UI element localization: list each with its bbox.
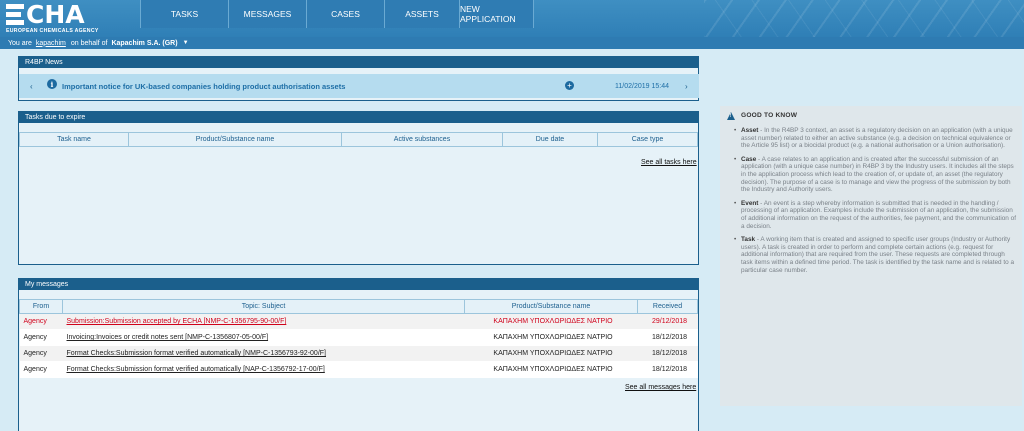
nav-messages[interactable]: MESSAGES <box>228 0 306 28</box>
nav-cases[interactable]: CASES <box>306 0 384 28</box>
definition: - A working item that is created and ass… <box>741 236 1015 274</box>
message-topic-link[interactable]: Invoicing:Invoices or credit notes sent … <box>67 334 269 341</box>
tasks-panel: Tasks due to expire Task name Product/Su… <box>18 111 699 265</box>
term: Task <box>741 236 756 244</box>
message-topic-link[interactable]: Format Checks:Submission format verified… <box>67 366 325 373</box>
good-to-know-item: Task - A working item that is created an… <box>734 236 1018 274</box>
definition: - A case relates to an application and i… <box>741 155 1014 194</box>
col-product-substance-name[interactable]: Product/Substance name <box>464 299 638 314</box>
message-topic[interactable]: Submission:Submission accepted by ECHA [… <box>62 313 465 330</box>
news-date: 11/02/2019 15:44 <box>615 82 669 90</box>
good-to-know-header: GOOD TO KNOW <box>727 112 798 121</box>
warning-icon <box>727 112 735 121</box>
good-to-know-item: Asset - In the R4BP 3 context, an asset … <box>734 127 1018 150</box>
col-due-date[interactable]: Due date <box>502 132 598 147</box>
userbar-middle: on behalf of <box>70 39 108 47</box>
message-topic-link[interactable]: Format Checks:Submission format verified… <box>67 350 327 357</box>
message-topic[interactable]: Format Checks:Submission format verified… <box>62 361 465 378</box>
term: Asset <box>741 127 759 134</box>
col-case-type[interactable]: Case type <box>597 132 698 147</box>
good-to-know-panel: GOOD TO KNOW Asset - In the R4BP 3 conte… <box>720 106 1022 406</box>
news-panel-title: R4BP News <box>19 57 698 68</box>
col-topic-subject[interactable]: Topic: Subject <box>62 299 465 314</box>
message-received: 18/12/2018 <box>637 329 698 346</box>
message-topic-link[interactable]: Submission:Submission accepted by ECHA [… <box>67 318 287 325</box>
term: Case <box>741 155 757 163</box>
messages-table: From Topic: Subject Product/Substance na… <box>19 299 698 378</box>
message-topic[interactable]: Invoicing:Invoices or credit notes sent … <box>62 329 465 346</box>
expand-plus-icon[interactable]: + <box>565 81 574 90</box>
good-to-know-list: Asset - In the R4BP 3 context, an asset … <box>734 127 1018 280</box>
logo-subtitle: EUROPEAN CHEMICALS AGENCY <box>6 28 99 34</box>
message-received: 29/12/2018 <box>637 313 698 330</box>
message-from: Agency <box>19 313 63 330</box>
nav-assets[interactable]: ASSETS <box>384 0 459 28</box>
main-nav: TASKS MESSAGES CASES ASSETS NEW APPLICAT… <box>140 0 534 28</box>
definition: - In the R4BP 3 context, an asset is a r… <box>741 127 1013 150</box>
messages-panel: My messages From Topic: Subject Product/… <box>18 278 699 431</box>
message-from: Agency <box>19 361 63 378</box>
definition: - An event is a step whereby information… <box>741 199 1016 230</box>
col-received[interactable]: Received <box>637 299 698 314</box>
message-row[interactable]: Agency Format Checks:Submission format v… <box>19 345 698 362</box>
header-decoration <box>704 0 1024 37</box>
message-product: ΚΑΠΑΧΗΜ ΥΠΟΧΛΩΡΙΩΔΕΣ ΝΑΤΡΙΟ <box>464 313 638 330</box>
good-to-know-item: Event - An event is a step whereby infor… <box>734 200 1018 230</box>
message-from: Agency <box>19 329 63 346</box>
nav-tasks[interactable]: TASKS <box>140 0 228 28</box>
good-to-know-item: Case - A case relates to an application … <box>734 156 1018 194</box>
chevron-down-icon[interactable]: ▼ <box>183 40 189 46</box>
message-product: ΚΑΠΑΧΗΜ ΥΠΟΧΛΩΡΙΩΔΕΣ ΝΑΤΡΙΟ <box>464 329 638 346</box>
message-product: ΚΑΠΑΧΗΜ ΥΠΟΧΛΩΡΙΩΔΕΣ ΝΑΤΡΙΟ <box>464 345 638 362</box>
chevron-right-icon[interactable]: › <box>685 82 688 91</box>
info-icon: i <box>47 79 57 89</box>
nav-new-application[interactable]: NEW APPLICATION <box>459 0 534 28</box>
message-received: 18/12/2018 <box>637 361 698 378</box>
tasks-panel-title: Tasks due to expire <box>19 112 698 123</box>
messages-panel-title: My messages <box>19 279 698 290</box>
echa-logo[interactable]: CHA EUROPEAN CHEMICALS AGENCY <box>6 2 136 35</box>
message-from: Agency <box>19 345 63 362</box>
col-product-substance[interactable]: Product/Substance name <box>128 132 342 147</box>
col-task-name[interactable]: Task name <box>19 132 129 147</box>
top-header: CHA EUROPEAN CHEMICALS AGENCY TASKS MESS… <box>0 0 1024 37</box>
tasks-table: Task name Product/Substance name Active … <box>19 132 698 147</box>
term: Event <box>741 199 759 207</box>
user-link[interactable]: kapachim <box>36 40 66 47</box>
good-to-know-title: GOOD TO KNOW <box>741 112 798 120</box>
logo-text: CHA <box>26 0 85 29</box>
see-all-messages-link[interactable]: See all messages here <box>625 384 696 391</box>
message-topic[interactable]: Format Checks:Submission format verified… <box>62 345 465 362</box>
logo-e-mark <box>6 4 24 25</box>
col-from[interactable]: From <box>19 299 63 314</box>
col-active-substances[interactable]: Active substances <box>341 132 503 147</box>
message-row[interactable]: Agency Format Checks:Submission format v… <box>19 361 698 378</box>
message-received: 18/12/2018 <box>637 345 698 362</box>
see-all-tasks-link[interactable]: See all tasks here <box>641 159 697 166</box>
message-row[interactable]: Agency Submission:Submission accepted by… <box>19 313 698 330</box>
organisation-selector[interactable]: Kapachim S.A. (GR) <box>111 40 177 47</box>
news-panel: R4BP News ‹ i Important notice for UK-ba… <box>18 56 699 101</box>
news-item: ‹ i Important notice for UK-based compan… <box>19 74 699 98</box>
news-item-title[interactable]: Important notice for UK-based companies … <box>62 82 345 91</box>
chevron-left-icon[interactable]: ‹ <box>30 82 33 91</box>
message-row[interactable]: Agency Invoicing:Invoices or credit note… <box>19 329 698 346</box>
message-product: ΚΑΠΑΧΗΜ ΥΠΟΧΛΩΡΙΩΔΕΣ ΝΑΤΡΙΟ <box>464 361 638 378</box>
userbar-prefix: You are <box>8 39 32 47</box>
user-bar: You are kapachim on behalf of Kapachim S… <box>0 37 1024 49</box>
